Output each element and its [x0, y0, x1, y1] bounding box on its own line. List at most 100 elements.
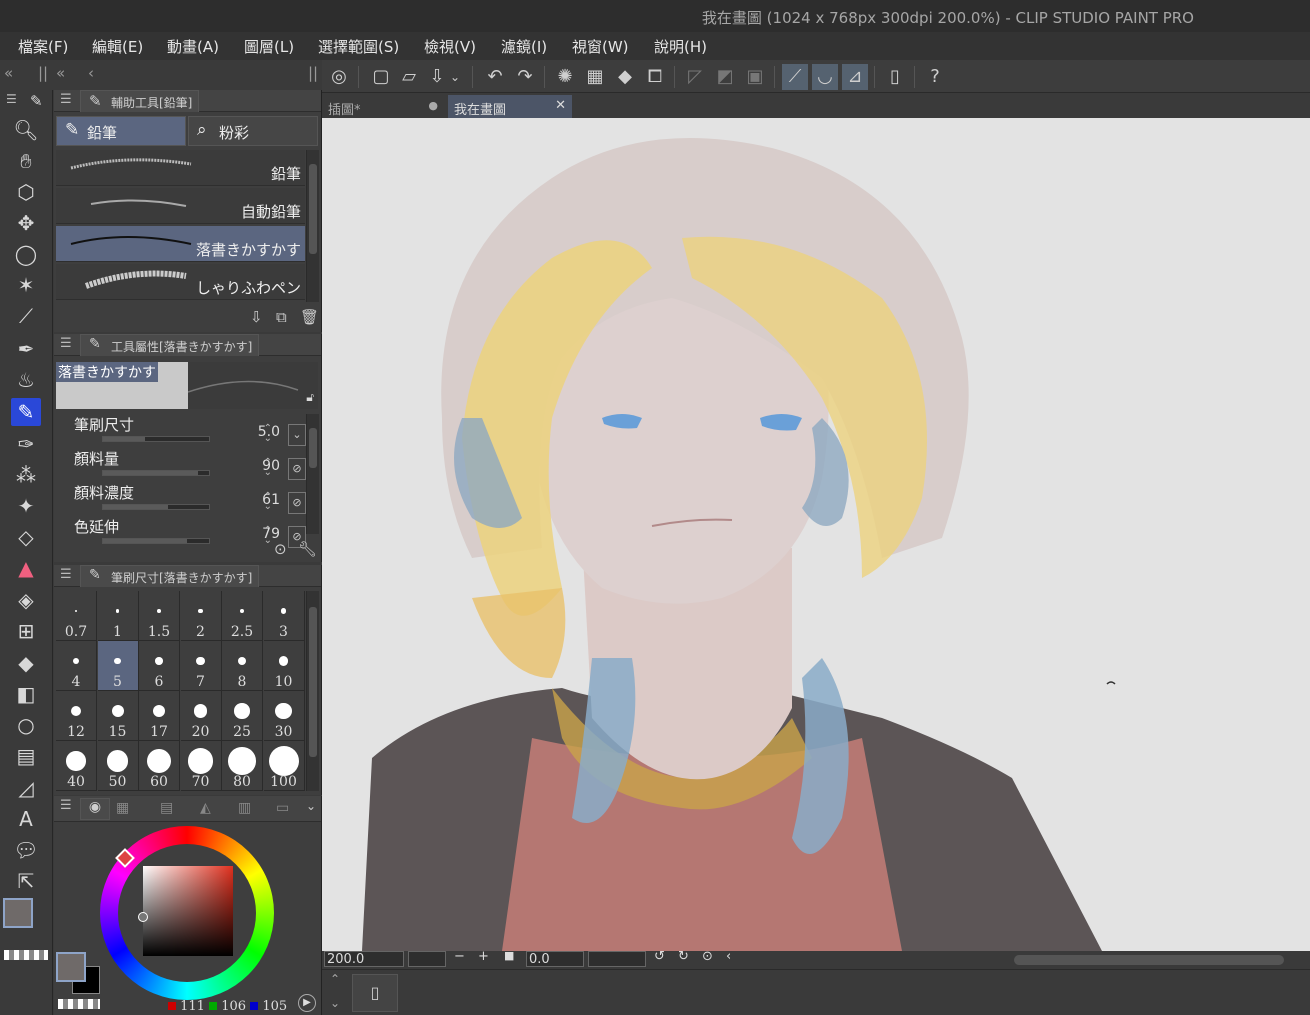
fill-icon[interactable]: ◆: [612, 64, 638, 90]
trash-icon[interactable]: 🗑︎: [300, 308, 319, 326]
chevron-left-icon[interactable]: ‹: [726, 949, 731, 964]
zoom-in-icon[interactable]: +: [478, 949, 489, 964]
property-slider[interactable]: [102, 538, 210, 544]
rotate-left-icon[interactable]: ↺: [654, 949, 665, 964]
brush-item-shari-fuwa[interactable]: しゃりふわペン: [56, 264, 305, 300]
brush-size-cell[interactable]: 7: [180, 641, 222, 691]
brush-size-cell[interactable]: 60: [139, 741, 180, 791]
lasso-icon[interactable]: ◯: [11, 240, 41, 268]
main-color-swatch[interactable]: [3, 898, 33, 928]
property-slider[interactable]: [102, 504, 210, 510]
gradient-icon[interactable]: ◧: [11, 680, 41, 708]
menu-animation[interactable]: 動畫(A): [167, 36, 219, 57]
ellipse-icon[interactable]: ○: [11, 711, 41, 739]
rotation-value[interactable]: 0.0: [526, 951, 584, 967]
close-icon[interactable]: ✕: [555, 98, 566, 113]
menu-selection[interactable]: 選擇範圍(S): [318, 36, 399, 57]
marker-icon[interactable]: ✑: [11, 430, 41, 458]
correct-line-icon[interactable]: ◈: [11, 586, 41, 614]
clip-studio-icon[interactable]: ◎: [326, 64, 352, 90]
lock-icon[interactable]: 🔓︎: [306, 390, 314, 405]
menu-edit[interactable]: 編輯(E): [92, 36, 143, 57]
property-slider[interactable]: [102, 470, 210, 476]
invert-selection-icon[interactable]: ◩: [712, 64, 738, 90]
timeline-icon[interactable]: ▯: [352, 974, 398, 1012]
duplicate-icon[interactable]: ⧉: [276, 308, 287, 326]
play-icon[interactable]: ▶: [298, 994, 316, 1012]
saturation-value-square[interactable]: [138, 866, 233, 956]
zoom-icon[interactable]: 🔍︎: [11, 116, 41, 144]
airbrush-icon[interactable]: ⁂: [11, 461, 41, 489]
help-icon[interactable]: ?: [922, 64, 948, 90]
property-row[interactable]: 顏料濃度 61 ⌃ ⌄ ⊘: [66, 482, 306, 516]
wrench-icon[interactable]: 🔧︎: [298, 540, 317, 558]
menu-filter[interactable]: 濾鏡(I): [501, 36, 547, 57]
object-select-icon[interactable]: ⇱: [11, 867, 41, 895]
brush-size-cell[interactable]: 5: [97, 641, 139, 691]
brush-icon[interactable]: ♨: [11, 366, 41, 394]
approximate-color-tab-icon[interactable]: ◭: [200, 800, 211, 816]
subtool-group-pencil[interactable]: ✎ 鉛筆: [56, 116, 186, 146]
clear-icon[interactable]: ✺: [552, 64, 578, 90]
show-selection-icon[interactable]: ▣: [742, 64, 768, 90]
open-folder-icon[interactable]: ▱: [396, 64, 422, 90]
color-history-tab-icon[interactable]: ▥: [238, 800, 251, 816]
save-icon[interactable]: ⇩: [424, 64, 450, 90]
zoom-slider[interactable]: [408, 951, 446, 967]
brush-size-cell[interactable]: 17: [139, 691, 180, 741]
companion-mode-icon[interactable]: ▯: [882, 64, 908, 90]
menu-help[interactable]: 說明(H): [654, 36, 707, 57]
brush-size-cell[interactable]: 1.5: [139, 591, 180, 641]
stepper-icon[interactable]: ⌃ ⌄: [264, 492, 272, 512]
menu-window[interactable]: 視窗(W): [572, 36, 629, 57]
snap-special-ruler-icon[interactable]: ◡: [812, 64, 838, 90]
brush-list-scrollbar[interactable]: [306, 150, 319, 302]
chevron-down-icon[interactable]: ⌄: [306, 799, 316, 813]
magic-wand-icon[interactable]: ✶: [11, 271, 41, 299]
canvas[interactable]: [322, 118, 1310, 951]
color-picker-handle[interactable]: [138, 912, 148, 922]
brush-size-cell[interactable]: 25: [222, 691, 263, 741]
pressure-settings-button[interactable]: ⌄: [288, 424, 306, 446]
size-scrollbar[interactable]: [306, 591, 319, 791]
new-file-icon[interactable]: ▢: [368, 64, 394, 90]
clear-outside-icon[interactable]: ▦: [582, 64, 608, 90]
menu-icon[interactable]: ☰: [60, 336, 72, 351]
property-row[interactable]: 筆刷尺寸 5.0 ⌃ ⌄ ⌄: [66, 414, 306, 448]
property-slider[interactable]: [102, 436, 210, 442]
hand-icon[interactable]: ✋︎: [11, 147, 41, 175]
redo-icon[interactable]: ↷: [512, 64, 538, 90]
menu-icon[interactable]: ☰: [60, 798, 72, 813]
rotate-right-icon[interactable]: ↻: [678, 949, 689, 964]
eraser-icon[interactable]: ◇: [11, 523, 41, 551]
brush-size-cell[interactable]: 2: [180, 591, 222, 641]
brush-item-auto-pencil[interactable]: 自動鉛筆: [56, 188, 305, 224]
stepper-icon[interactable]: ⌃ ⌄: [264, 458, 272, 478]
transform-icon[interactable]: ⧠: [642, 64, 668, 90]
chevron-down-icon[interactable]: ⌄: [448, 64, 462, 90]
tab-illustration[interactable]: 插圖* ●: [322, 95, 444, 118]
balloon-icon[interactable]: 💬︎: [11, 836, 41, 864]
reset-icon[interactable]: ⊙: [274, 540, 287, 558]
rotation-slider[interactable]: [588, 951, 646, 967]
menu-icon[interactable]: ☰: [6, 92, 17, 106]
intermediate-color-tab-icon[interactable]: ▤: [160, 800, 173, 816]
reset-rotation-icon[interactable]: ⊙: [702, 949, 713, 964]
brush-size-cell[interactable]: 30: [263, 691, 305, 741]
menu-view[interactable]: 檢視(V): [424, 36, 476, 57]
brush-size-cell[interactable]: 100: [263, 741, 305, 791]
brush-size-cell[interactable]: 4: [56, 641, 97, 691]
property-row[interactable]: 顏料量 90 ⌃ ⌄ ⊘: [66, 448, 306, 482]
brush-size-cell[interactable]: 8: [222, 641, 263, 691]
chevron-down-icon[interactable]: ⌄: [330, 996, 340, 1010]
tab-drawing[interactable]: 我在畫圖 ✕: [448, 95, 572, 118]
move-icon[interactable]: ✥: [11, 209, 41, 237]
dynamics-button[interactable]: ⊘: [288, 492, 306, 514]
collapse-left-icon[interactable]: «: [56, 64, 65, 82]
stepper-icon[interactable]: ⌃ ⌄: [264, 526, 272, 546]
operation-icon[interactable]: ⬡: [11, 178, 41, 206]
brush-size-cell[interactable]: 70: [180, 741, 222, 791]
collapse-left-icon[interactable]: «: [4, 64, 13, 82]
color-set-tab-icon[interactable]: ▦: [116, 800, 129, 816]
brush-size-cell[interactable]: 6: [139, 641, 180, 691]
